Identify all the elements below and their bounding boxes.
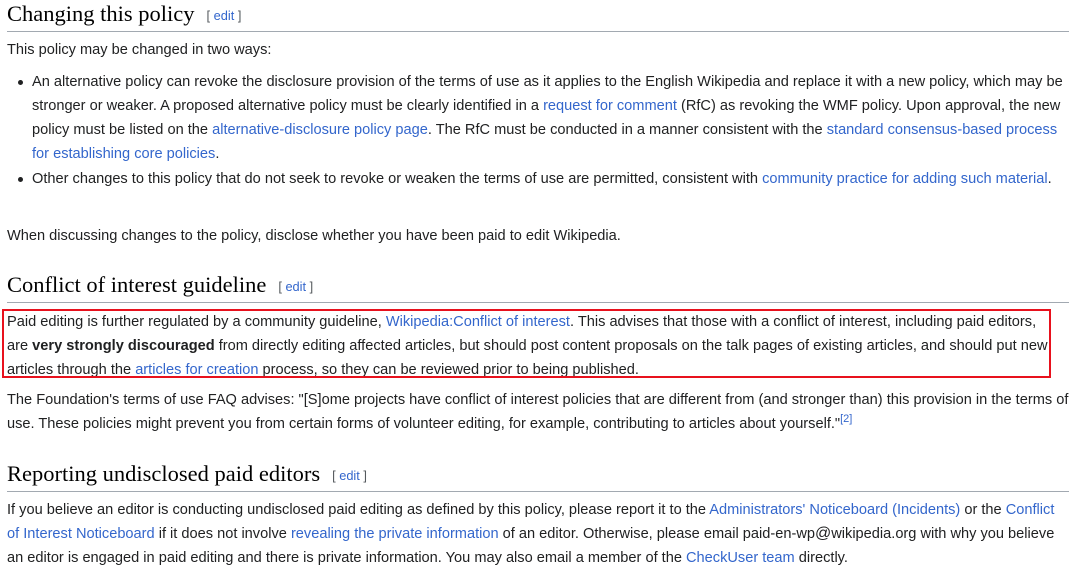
- list-item: Other changes to this policy that do not…: [18, 167, 1069, 191]
- article-content: Changing this policy [ edit ] This policy…: [0, 0, 1076, 576]
- highlight-box: [2, 309, 1051, 378]
- section-heading-reporting: Reporting undisclosed paid editors [ edit…: [7, 460, 1069, 492]
- edit-link[interactable]: edit: [339, 468, 360, 483]
- text: or the: [960, 502, 1006, 518]
- list-item: An alternative policy can revoke the dis…: [18, 70, 1069, 166]
- community-practice-link[interactable]: community practice for adding such mater…: [762, 171, 1048, 187]
- paragraph-closing: When discussing changes to the policy, d…: [7, 228, 621, 244]
- text: The Foundation's terms of use FAQ advise…: [7, 392, 1069, 432]
- section-heading-coi: Conflict of interest guideline [ edit ]: [7, 271, 1069, 303]
- administrators-noticeboard-link[interactable]: Administrators' Noticeboard (Incidents): [709, 502, 960, 518]
- edit-section: [ edit ]: [332, 468, 367, 483]
- edit-link[interactable]: edit: [214, 8, 235, 23]
- at-symbol: @: [814, 525, 832, 542]
- text: directly.: [794, 550, 848, 566]
- text: .: [1047, 171, 1052, 187]
- section-changing-policy: Changing this policy [ edit ]: [7, 0, 1069, 32]
- text: . The RfC must be conducted in a manner …: [427, 122, 827, 138]
- section-heading-changing-policy: Changing this policy [ edit ]: [7, 0, 1069, 32]
- edit-section: [ edit ]: [206, 8, 242, 23]
- edit-link[interactable]: edit: [285, 279, 306, 294]
- paragraph-foundation-faq: The Foundation's terms of use FAQ advise…: [7, 388, 1069, 436]
- checkuser-team-link[interactable]: CheckUser team: [686, 550, 795, 566]
- heading-text: Conflict of interest guideline: [7, 272, 267, 297]
- private-information-link[interactable]: revealing the private information: [291, 526, 499, 542]
- change-methods-list: An alternative policy can revoke the dis…: [7, 70, 1069, 191]
- heading-text: Changing this policy: [7, 1, 195, 26]
- paragraph-intro: This policy may be changed in two ways:: [7, 42, 272, 58]
- text: if it does not involve: [154, 526, 291, 542]
- text: If you believe an editor is conducting u…: [7, 502, 710, 518]
- section-reporting: Reporting undisclosed paid editors [ edit…: [7, 460, 1069, 492]
- text: of an editor. Otherwise, please email pa…: [498, 526, 815, 542]
- text: .: [215, 146, 220, 162]
- reference-link[interactable]: [2]: [840, 413, 852, 425]
- text: Other changes to this policy that do not…: [32, 171, 763, 187]
- request-for-comment-link[interactable]: request for comment: [543, 98, 677, 114]
- paragraph-reporting: If you believe an editor is conducting u…: [7, 498, 1069, 570]
- heading-text: Reporting undisclosed paid editors: [7, 461, 321, 486]
- section-conflict-of-interest: Conflict of interest guideline [ edit ]: [7, 271, 1069, 303]
- alternative-disclosure-link[interactable]: alternative-disclosure policy page: [212, 122, 428, 138]
- edit-section: [ edit ]: [278, 279, 314, 294]
